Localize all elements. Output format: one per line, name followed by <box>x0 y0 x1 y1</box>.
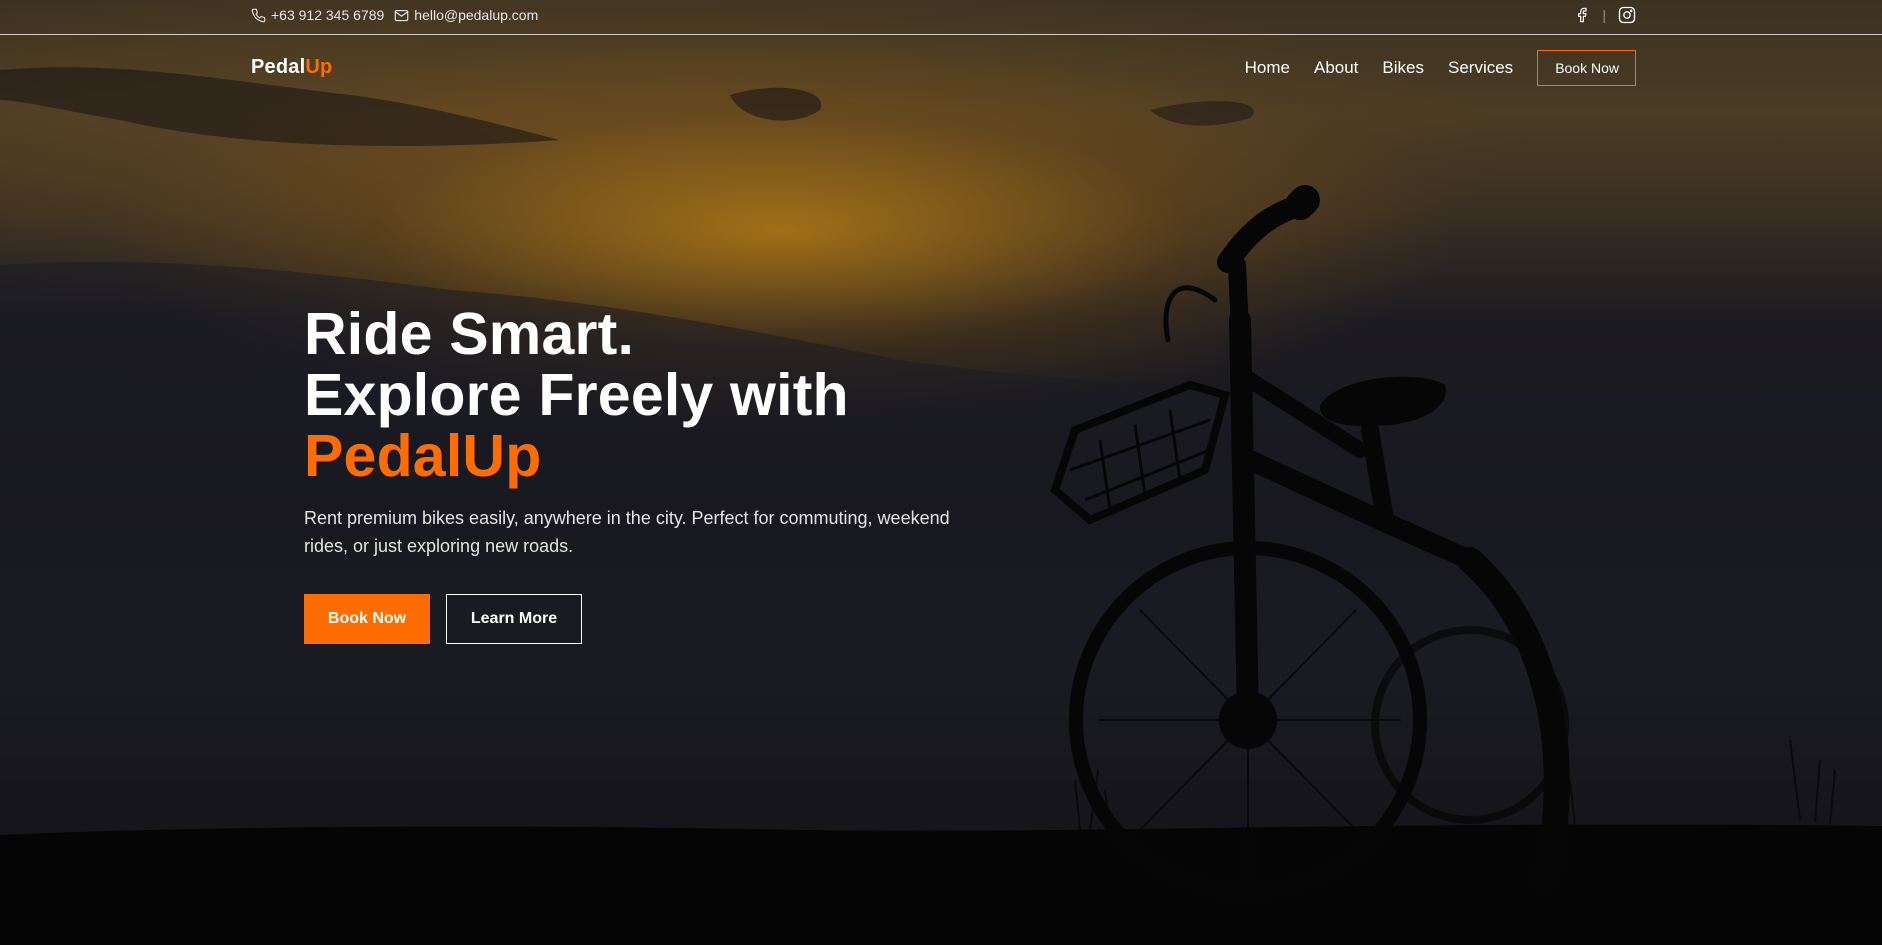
brand-name: Pedal <box>251 56 306 78</box>
nav-home[interactable]: Home <box>1245 58 1290 78</box>
hero-headline: Ride Smart. Explore Freely with PedalUp <box>304 304 1004 487</box>
nav-services[interactable]: Services <box>1448 58 1513 78</box>
hero-actions: Book Now Learn More <box>304 594 1004 644</box>
nav-bikes[interactable]: Bikes <box>1382 58 1424 78</box>
email-contact[interactable]: hello@pedalup.com <box>394 7 538 23</box>
social-divider: | <box>1602 7 1606 23</box>
main-navbar: PedalUp Home About Bikes Services Book N… <box>0 35 1882 99</box>
hero-line-3: PedalUp <box>304 423 542 489</box>
nav-links: Home About Bikes Services Book Now <box>1221 50 1636 86</box>
hero-description: Rent premium bikes easily, anywhere in t… <box>304 508 950 556</box>
contact-info: +63 912 345 6789 hello@pedalup.com <box>251 7 548 23</box>
learn-more-button[interactable]: Learn More <box>446 594 582 644</box>
phone-number: +63 912 345 6789 <box>271 7 385 23</box>
hero-line-2: Explore Freely with <box>304 362 849 428</box>
brand-logo[interactable]: PedalUp <box>251 56 332 79</box>
mail-icon <box>394 9 409 21</box>
facebook-icon[interactable] <box>1574 6 1590 24</box>
hero-section: Ride Smart. Explore Freely with PedalUp … <box>304 304 1004 644</box>
book-now-button[interactable]: Book Now <box>304 594 430 644</box>
phone-icon <box>251 8 266 22</box>
nav-about[interactable]: About <box>1314 58 1358 78</box>
email-address: hello@pedalup.com <box>414 7 539 23</box>
nav-book-now-button[interactable]: Book Now <box>1537 50 1636 86</box>
hero-line-1: Ride Smart. <box>304 301 635 367</box>
phone-contact[interactable]: +63 912 345 6789 <box>251 7 384 23</box>
top-bar: +63 912 345 6789 hello@pedalup.com | <box>0 0 1882 35</box>
brand-accent: Up <box>305 56 333 78</box>
social-links: | <box>1574 6 1636 24</box>
instagram-icon[interactable] <box>1618 6 1636 24</box>
